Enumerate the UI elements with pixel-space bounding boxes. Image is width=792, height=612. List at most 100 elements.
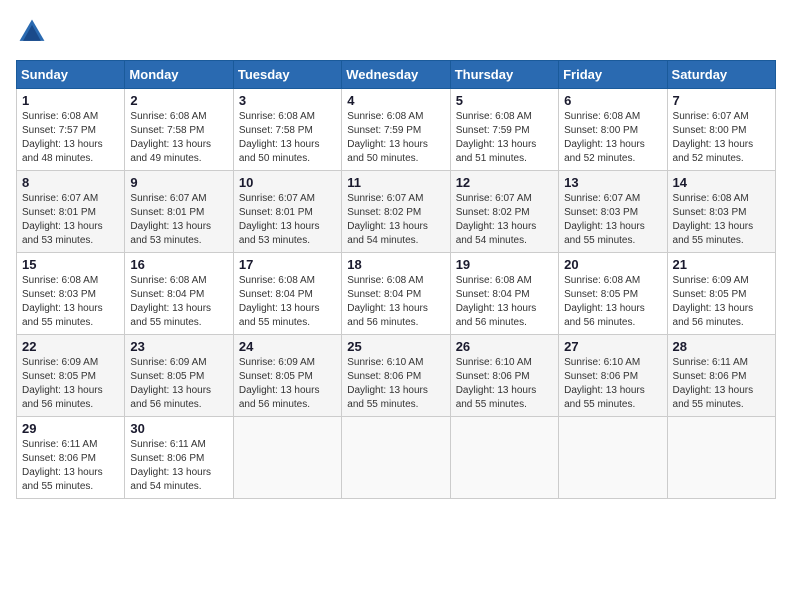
day-info: Sunrise: 6:08 AM Sunset: 7:57 PM Dayligh…: [22, 110, 119, 166]
day-info: Sunrise: 6:07 AM Sunset: 8:03 PM Dayligh…: [564, 192, 661, 248]
calendar-body: 1 Sunrise: 6:08 AM Sunset: 7:57 PM Dayli…: [17, 89, 776, 499]
day-number: 26: [456, 339, 553, 354]
week-row-5: 29 Sunrise: 6:11 AM Sunset: 8:06 PM Dayl…: [17, 417, 776, 499]
day-info: Sunrise: 6:07 AM Sunset: 8:01 PM Dayligh…: [22, 192, 119, 248]
calendar-cell: 6 Sunrise: 6:08 AM Sunset: 8:00 PM Dayli…: [559, 89, 667, 171]
calendar-cell: 12 Sunrise: 6:07 AM Sunset: 8:02 PM Dayl…: [450, 171, 558, 253]
day-number: 25: [347, 339, 444, 354]
header-wednesday: Wednesday: [342, 61, 450, 89]
day-info: Sunrise: 6:09 AM Sunset: 8:05 PM Dayligh…: [673, 274, 770, 330]
day-info: Sunrise: 6:08 AM Sunset: 7:59 PM Dayligh…: [456, 110, 553, 166]
calendar-cell: 19 Sunrise: 6:08 AM Sunset: 8:04 PM Dayl…: [450, 253, 558, 335]
day-info: Sunrise: 6:10 AM Sunset: 8:06 PM Dayligh…: [347, 356, 444, 412]
day-info: Sunrise: 6:08 AM Sunset: 7:59 PM Dayligh…: [347, 110, 444, 166]
header-thursday: Thursday: [450, 61, 558, 89]
day-info: Sunrise: 6:11 AM Sunset: 8:06 PM Dayligh…: [673, 356, 770, 412]
calendar-cell: 20 Sunrise: 6:08 AM Sunset: 8:05 PM Dayl…: [559, 253, 667, 335]
day-info: Sunrise: 6:07 AM Sunset: 8:02 PM Dayligh…: [347, 192, 444, 248]
day-number: 19: [456, 257, 553, 272]
day-number: 7: [673, 93, 770, 108]
calendar-cell: 28 Sunrise: 6:11 AM Sunset: 8:06 PM Dayl…: [667, 335, 775, 417]
day-number: 13: [564, 175, 661, 190]
day-number: 14: [673, 175, 770, 190]
header-row: SundayMondayTuesdayWednesdayThursdayFrid…: [17, 61, 776, 89]
calendar-table: SundayMondayTuesdayWednesdayThursdayFrid…: [16, 60, 776, 499]
day-number: 5: [456, 93, 553, 108]
calendar-cell: 4 Sunrise: 6:08 AM Sunset: 7:59 PM Dayli…: [342, 89, 450, 171]
day-number: 8: [22, 175, 119, 190]
calendar-cell: 29 Sunrise: 6:11 AM Sunset: 8:06 PM Dayl…: [17, 417, 125, 499]
week-row-4: 22 Sunrise: 6:09 AM Sunset: 8:05 PM Dayl…: [17, 335, 776, 417]
page-header: [16, 16, 776, 48]
day-number: 24: [239, 339, 336, 354]
header-sunday: Sunday: [17, 61, 125, 89]
week-row-1: 1 Sunrise: 6:08 AM Sunset: 7:57 PM Dayli…: [17, 89, 776, 171]
day-number: 29: [22, 421, 119, 436]
calendar-cell: 14 Sunrise: 6:08 AM Sunset: 8:03 PM Dayl…: [667, 171, 775, 253]
day-number: 6: [564, 93, 661, 108]
day-info: Sunrise: 6:07 AM Sunset: 8:01 PM Dayligh…: [130, 192, 227, 248]
day-info: Sunrise: 6:10 AM Sunset: 8:06 PM Dayligh…: [456, 356, 553, 412]
day-info: Sunrise: 6:08 AM Sunset: 7:58 PM Dayligh…: [130, 110, 227, 166]
day-info: Sunrise: 6:10 AM Sunset: 8:06 PM Dayligh…: [564, 356, 661, 412]
day-info: Sunrise: 6:07 AM Sunset: 8:01 PM Dayligh…: [239, 192, 336, 248]
calendar-cell: 11 Sunrise: 6:07 AM Sunset: 8:02 PM Dayl…: [342, 171, 450, 253]
day-number: 23: [130, 339, 227, 354]
day-number: 30: [130, 421, 227, 436]
day-number: 10: [239, 175, 336, 190]
day-number: 16: [130, 257, 227, 272]
logo-icon: [16, 16, 48, 48]
day-info: Sunrise: 6:08 AM Sunset: 8:04 PM Dayligh…: [347, 274, 444, 330]
calendar-cell: 5 Sunrise: 6:08 AM Sunset: 7:59 PM Dayli…: [450, 89, 558, 171]
header-tuesday: Tuesday: [233, 61, 341, 89]
day-number: 4: [347, 93, 444, 108]
day-number: 1: [22, 93, 119, 108]
calendar-cell: 17 Sunrise: 6:08 AM Sunset: 8:04 PM Dayl…: [233, 253, 341, 335]
calendar-cell: 7 Sunrise: 6:07 AM Sunset: 8:00 PM Dayli…: [667, 89, 775, 171]
week-row-2: 8 Sunrise: 6:07 AM Sunset: 8:01 PM Dayli…: [17, 171, 776, 253]
calendar-cell: 10 Sunrise: 6:07 AM Sunset: 8:01 PM Dayl…: [233, 171, 341, 253]
calendar-cell: 16 Sunrise: 6:08 AM Sunset: 8:04 PM Dayl…: [125, 253, 233, 335]
logo: [16, 16, 52, 48]
calendar-cell: 30 Sunrise: 6:11 AM Sunset: 8:06 PM Dayl…: [125, 417, 233, 499]
day-number: 21: [673, 257, 770, 272]
calendar-cell: [233, 417, 341, 499]
header-friday: Friday: [559, 61, 667, 89]
calendar-header: SundayMondayTuesdayWednesdayThursdayFrid…: [17, 61, 776, 89]
day-info: Sunrise: 6:09 AM Sunset: 8:05 PM Dayligh…: [130, 356, 227, 412]
calendar-cell: 21 Sunrise: 6:09 AM Sunset: 8:05 PM Dayl…: [667, 253, 775, 335]
calendar-cell: 15 Sunrise: 6:08 AM Sunset: 8:03 PM Dayl…: [17, 253, 125, 335]
calendar-cell: 24 Sunrise: 6:09 AM Sunset: 8:05 PM Dayl…: [233, 335, 341, 417]
day-number: 9: [130, 175, 227, 190]
calendar-cell: 25 Sunrise: 6:10 AM Sunset: 8:06 PM Dayl…: [342, 335, 450, 417]
day-number: 20: [564, 257, 661, 272]
calendar-cell: 2 Sunrise: 6:08 AM Sunset: 7:58 PM Dayli…: [125, 89, 233, 171]
calendar-cell: 3 Sunrise: 6:08 AM Sunset: 7:58 PM Dayli…: [233, 89, 341, 171]
day-number: 17: [239, 257, 336, 272]
calendar-cell: [667, 417, 775, 499]
day-info: Sunrise: 6:08 AM Sunset: 8:03 PM Dayligh…: [22, 274, 119, 330]
day-number: 12: [456, 175, 553, 190]
week-row-3: 15 Sunrise: 6:08 AM Sunset: 8:03 PM Dayl…: [17, 253, 776, 335]
day-number: 27: [564, 339, 661, 354]
calendar-cell: 13 Sunrise: 6:07 AM Sunset: 8:03 PM Dayl…: [559, 171, 667, 253]
day-info: Sunrise: 6:08 AM Sunset: 8:00 PM Dayligh…: [564, 110, 661, 166]
calendar-cell: 23 Sunrise: 6:09 AM Sunset: 8:05 PM Dayl…: [125, 335, 233, 417]
day-number: 3: [239, 93, 336, 108]
calendar-cell: 8 Sunrise: 6:07 AM Sunset: 8:01 PM Dayli…: [17, 171, 125, 253]
day-info: Sunrise: 6:11 AM Sunset: 8:06 PM Dayligh…: [130, 438, 227, 494]
day-number: 2: [130, 93, 227, 108]
day-info: Sunrise: 6:09 AM Sunset: 8:05 PM Dayligh…: [239, 356, 336, 412]
header-saturday: Saturday: [667, 61, 775, 89]
day-info: Sunrise: 6:07 AM Sunset: 8:02 PM Dayligh…: [456, 192, 553, 248]
day-info: Sunrise: 6:08 AM Sunset: 8:04 PM Dayligh…: [456, 274, 553, 330]
header-monday: Monday: [125, 61, 233, 89]
calendar-cell: 22 Sunrise: 6:09 AM Sunset: 8:05 PM Dayl…: [17, 335, 125, 417]
day-number: 28: [673, 339, 770, 354]
day-info: Sunrise: 6:08 AM Sunset: 8:05 PM Dayligh…: [564, 274, 661, 330]
calendar-cell: 9 Sunrise: 6:07 AM Sunset: 8:01 PM Dayli…: [125, 171, 233, 253]
calendar-cell: [450, 417, 558, 499]
day-info: Sunrise: 6:08 AM Sunset: 8:03 PM Dayligh…: [673, 192, 770, 248]
day-number: 22: [22, 339, 119, 354]
day-number: 11: [347, 175, 444, 190]
